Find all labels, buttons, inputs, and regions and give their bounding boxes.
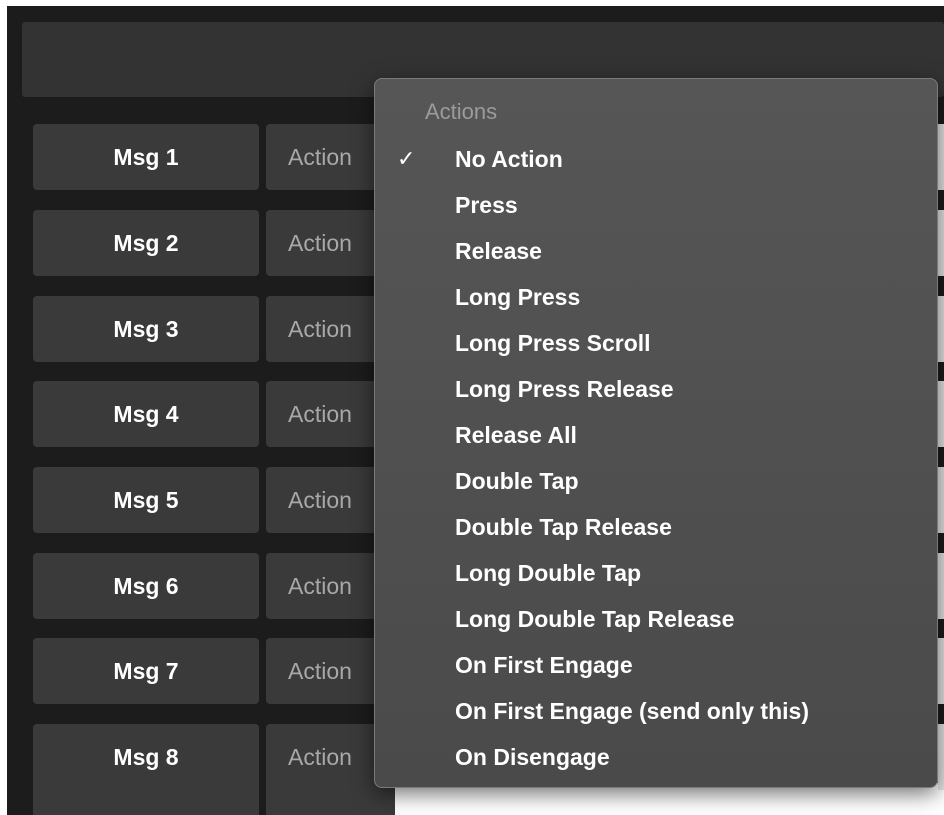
msg-2-button[interactable]: Msg 2 <box>33 210 259 276</box>
action-select-label: Action <box>288 315 352 342</box>
menu-item-on-first-engage[interactable]: On First Engage <box>375 643 937 687</box>
menu-item-label: On First Engage <box>455 651 633 678</box>
action-select-label: Action <box>288 743 352 770</box>
msg-7-button[interactable]: Msg 7 <box>33 638 259 704</box>
menu-item-label: Long Double Tap <box>455 559 642 586</box>
menu-item-label: Long Double Tap Release <box>455 605 735 632</box>
menu-item-label: Release All <box>455 421 577 448</box>
msg-9-action-select-partial[interactable] <box>266 783 396 815</box>
menu-item-label: Double Tap Release <box>455 513 672 540</box>
menu-item-long-press[interactable]: Long Press <box>375 275 937 319</box>
msg-3-button[interactable]: Msg 3 <box>33 296 259 362</box>
msg-5-button[interactable]: Msg 5 <box>33 467 259 533</box>
menu-item-no-action[interactable]: ✓ No Action <box>375 137 937 181</box>
actions-dropdown-menu: Actions ✓ No Action Press Release Long P… <box>374 78 938 788</box>
row-edge <box>938 467 944 533</box>
action-select-label: Action <box>288 572 352 599</box>
msg-6-button[interactable]: Msg 6 <box>33 553 259 619</box>
menu-item-long-press-release[interactable]: Long Press Release <box>375 367 937 411</box>
menu-item-label: No Action <box>455 145 563 172</box>
menu-item-long-press-scroll[interactable]: Long Press Scroll <box>375 321 937 365</box>
row-edge <box>938 724 944 790</box>
menu-section-header: Actions <box>425 99 498 124</box>
row-edge <box>938 124 944 190</box>
row-edge <box>938 638 944 704</box>
menu-item-label: Double Tap <box>455 467 579 494</box>
action-select-label: Action <box>288 657 352 684</box>
row-edge <box>938 553 944 619</box>
menu-item-label: Long Press Release <box>455 375 674 402</box>
msg-1-button[interactable]: Msg 1 <box>33 124 259 190</box>
msg-8-button[interactable]: Msg 8 <box>33 724 259 790</box>
menu-item-label: Long Press <box>455 283 581 310</box>
menu-item-press[interactable]: Press <box>375 183 937 227</box>
menu-item-on-disengage[interactable]: On Disengage <box>375 735 937 779</box>
msg-9-button-partial[interactable] <box>33 783 259 815</box>
menu-item-double-tap[interactable]: Double Tap <box>375 459 937 503</box>
menu-item-long-double-tap-release[interactable]: Long Double Tap Release <box>375 597 937 641</box>
menu-item-release-all[interactable]: Release All <box>375 413 937 457</box>
row-edge <box>938 210 944 276</box>
row-edge <box>938 381 944 447</box>
menu-item-label: On First Engage (send only this) <box>455 697 809 724</box>
menu-item-label: On Disengage <box>455 743 610 770</box>
menu-item-on-first-engage-send-only[interactable]: On First Engage (send only this) <box>375 689 937 733</box>
menu-item-double-tap-release[interactable]: Double Tap Release <box>375 505 937 549</box>
menu-item-label: Press <box>455 191 518 218</box>
row-edge <box>938 296 944 362</box>
action-select-label: Action <box>288 400 352 427</box>
action-select-label: Action <box>288 143 352 170</box>
checkmark-icon: ✓ <box>397 146 416 171</box>
menu-item-label: Long Press Scroll <box>455 329 651 356</box>
menu-item-long-double-tap[interactable]: Long Double Tap <box>375 551 937 595</box>
menu-item-label: Release <box>455 237 542 264</box>
action-select-label: Action <box>288 486 352 513</box>
action-select-label: Action <box>288 229 352 256</box>
msg-4-button[interactable]: Msg 4 <box>33 381 259 447</box>
menu-item-release[interactable]: Release <box>375 229 937 273</box>
